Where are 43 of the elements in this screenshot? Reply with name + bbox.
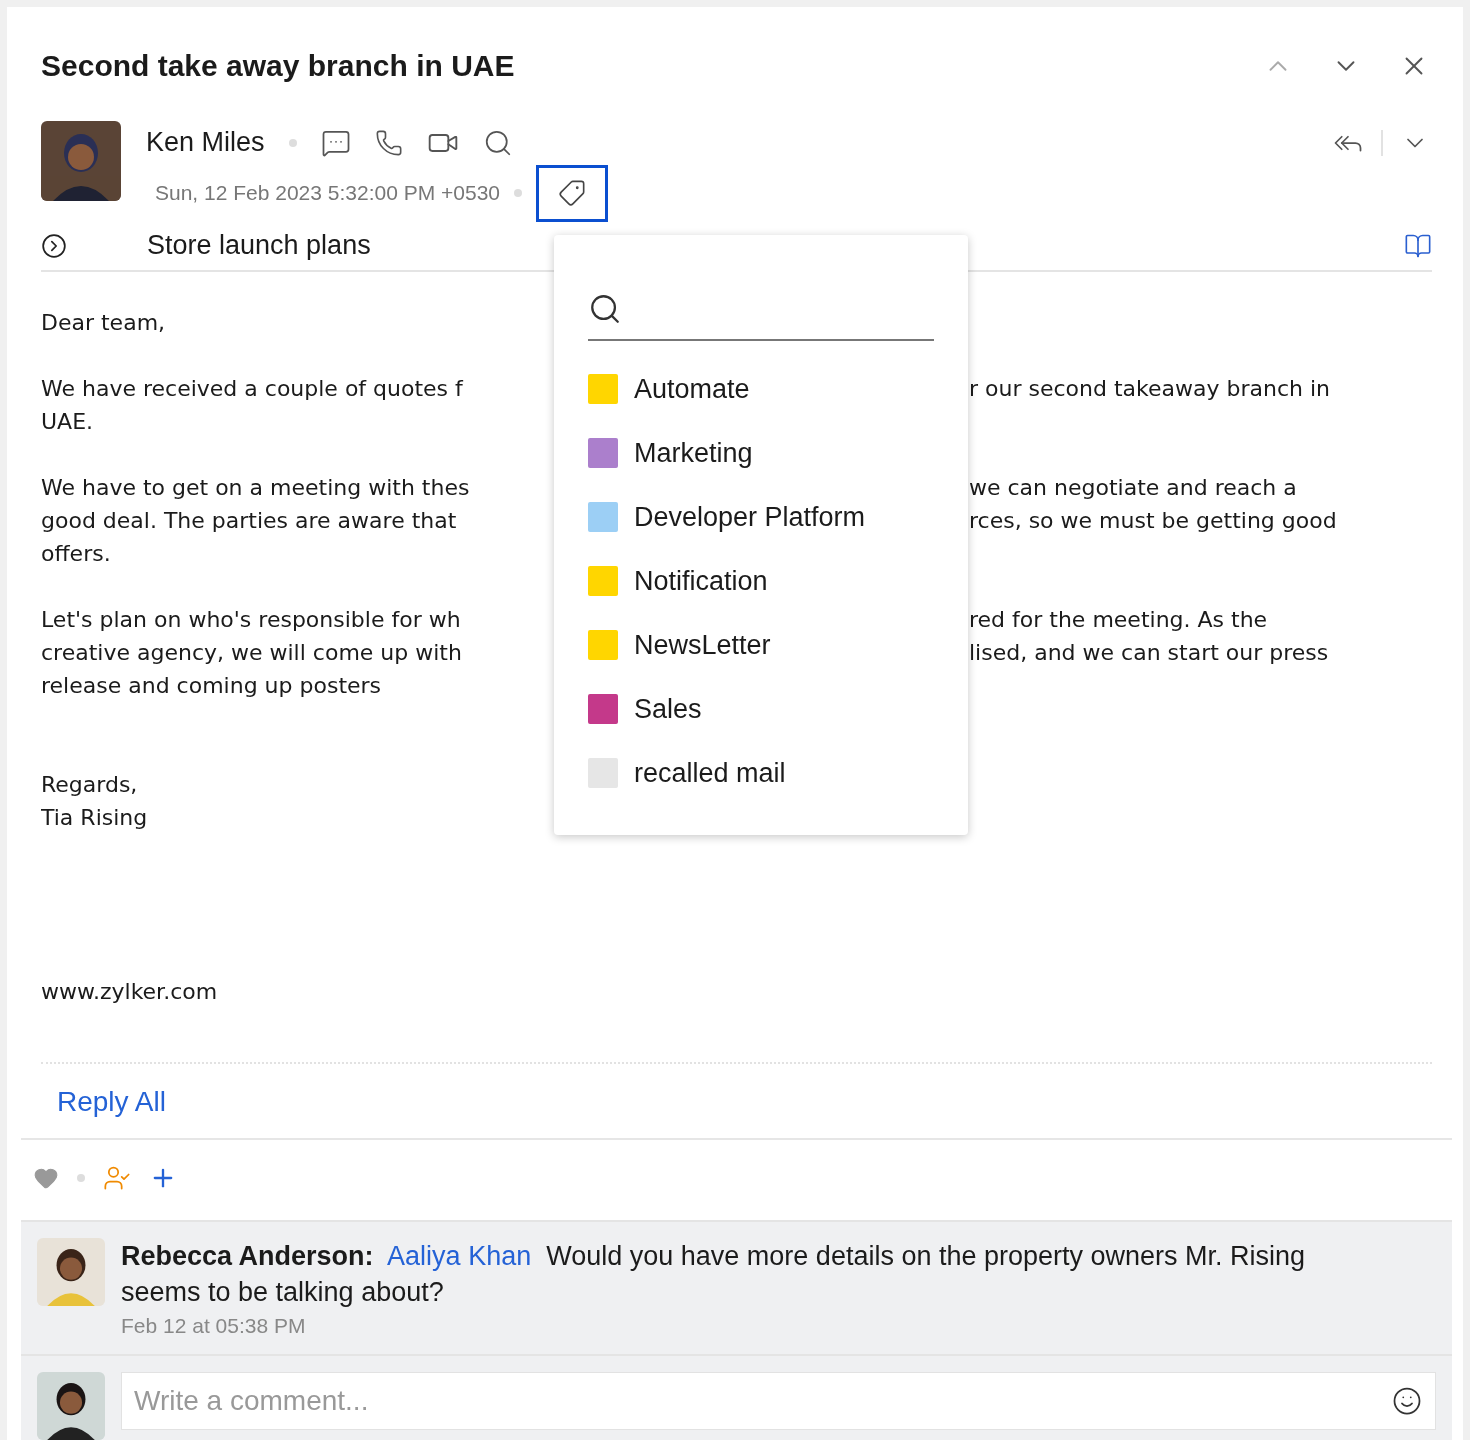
mention-link[interactable]: Aaliya Khan — [387, 1241, 532, 1271]
body-text: lised, and we can start our press — [969, 640, 1330, 665]
body-text: We have received a couple of quotes f — [41, 376, 465, 401]
body-text: release and coming up posters — [41, 673, 383, 698]
tag-item[interactable]: Sales — [588, 677, 934, 741]
reply-all-link[interactable]: Reply All — [57, 1086, 166, 1117]
body-text: Dear team, — [41, 310, 167, 335]
tag-item[interactable]: Marketing — [588, 421, 934, 485]
separator-dot — [514, 189, 522, 198]
tag-item[interactable]: Developer Platform — [588, 485, 934, 549]
body-text: Tia Rising — [41, 805, 149, 830]
email-subject: Store launch plans — [147, 230, 372, 262]
sender-name[interactable]: Ken Miles — [146, 127, 265, 159]
user-check-icon[interactable] — [103, 1164, 131, 1192]
body-text: r our second takeaway branch in — [969, 376, 1332, 401]
tag-item[interactable]: recalled mail — [588, 741, 934, 805]
expand-icon[interactable] — [41, 232, 67, 259]
comment-time: Feb 12 at 05:38 PM — [121, 1314, 307, 1338]
body-text: UAE. — [41, 409, 95, 434]
body-text: We have to get on a meeting with thes — [41, 475, 471, 500]
tag-icon — [558, 179, 586, 208]
emoji-icon[interactable] — [1392, 1386, 1422, 1416]
phone-icon[interactable] — [374, 128, 403, 157]
comment-field[interactable]: Write a comment... — [121, 1372, 1436, 1430]
separator-dot — [288, 138, 297, 147]
comment-text: Rebecca Anderson: Aaliya Khan Would you have more details on the property owners Mr. Rising seems to be talking about? — [121, 1240, 1307, 1309]
body-text: rces, so we must be getting good — [969, 508, 1338, 533]
body-text: Let's plan on who's responsible for wh — [41, 607, 462, 632]
tag-item[interactable]: Automate — [588, 357, 934, 421]
email-date: Sun, 12 Feb 2023 5:32:00 PM +0530 — [155, 181, 500, 206]
body-text: red for the meeting. As the — [969, 607, 1269, 632]
tag-button[interactable] — [536, 164, 608, 222]
separator-dot — [77, 1174, 85, 1182]
body-text: Regards, — [41, 772, 139, 797]
search-icon — [588, 292, 622, 326]
body-text: creative agency, we will come up with — [41, 640, 463, 665]
body-text: good deal. The parties are aware that — [41, 508, 458, 533]
body-text: offers. — [41, 541, 112, 566]
tag-item[interactable]: Notification — [588, 549, 934, 613]
tag-item[interactable]: NewsLetter — [588, 613, 934, 677]
body-text: www.zylker.com — [41, 979, 219, 1004]
email-title: Second take away branch in UAE — [41, 49, 515, 84]
body-text: we can negotiate and reach a — [969, 475, 1298, 500]
